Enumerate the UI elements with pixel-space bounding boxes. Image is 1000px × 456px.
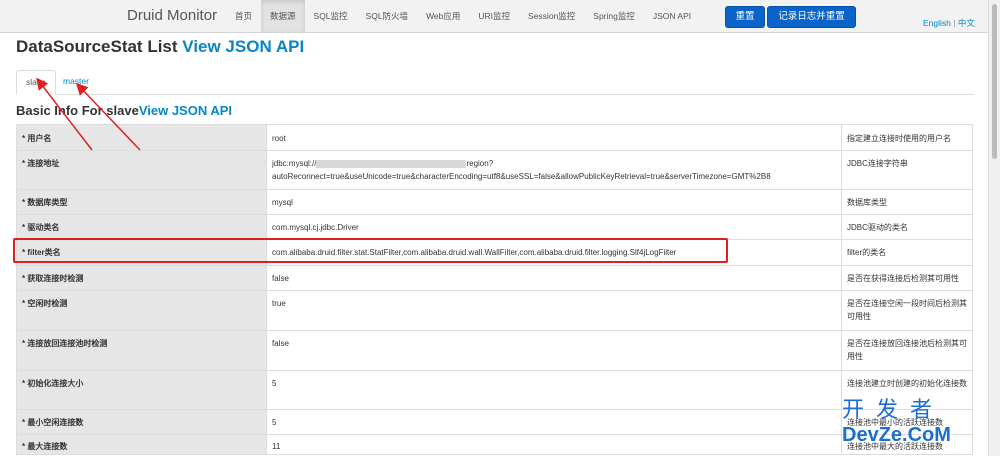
- row-value: com.mysql.cj.jdbc.Driver: [266, 214, 842, 240]
- table-row: * 初始化连接大小 5 连接池建立时创建的初始化连接数: [16, 370, 973, 410]
- row-value: true: [266, 290, 842, 331]
- row-key: * 驱动类名: [16, 214, 267, 240]
- nav-item-web[interactable]: Web应用: [417, 0, 469, 32]
- row-desc: filter的类名: [841, 239, 973, 266]
- nav-item-sql[interactable]: SQL监控: [305, 0, 357, 32]
- vertical-scrollbar[interactable]: [988, 0, 1000, 456]
- table-row: * 驱动类名 com.mysql.cj.jdbc.Driver JDBC驱动的类…: [16, 214, 973, 240]
- row-value: mysql: [266, 189, 842, 215]
- watermark: 开发者 DevZe.CoM: [842, 392, 992, 447]
- row-desc: 指定建立连接时使用的用户名: [841, 124, 973, 151]
- row-key: * 最小空闲连接数: [16, 409, 267, 435]
- highlight-box: [13, 238, 728, 263]
- table-row: * 空闲时检测 true 是否在连接空闲一段时间后检测其可用性: [16, 290, 973, 331]
- row-value: 5: [266, 409, 842, 435]
- jdbc-url-params: autoReconnect=true&useUnicode=true&chara…: [272, 172, 771, 181]
- log-reset-button[interactable]: 记录日志并重置: [767, 6, 856, 28]
- nav-item-json-api[interactable]: JSON API: [644, 0, 700, 32]
- watermark-top: 开发者: [842, 397, 945, 422]
- table-row: * 连接放回连接池时检测 false 是否在连接放回连接池后检测其可用性: [16, 330, 973, 371]
- arrow-to-master: [75, 82, 141, 151]
- nav-item-firewall[interactable]: SQL防火墙: [357, 0, 418, 32]
- row-desc: 是否在连接空闲一段时间后检测其可用性: [841, 290, 973, 331]
- table-row: * 数据库类型 mysql 数据库类型: [16, 189, 973, 215]
- annotation-arrows: [36, 77, 141, 151]
- row-key: * 最大连接数: [16, 434, 267, 455]
- nav-item-uri[interactable]: URI监控: [469, 0, 519, 32]
- row-key: * 连接放回连接池时检测: [16, 330, 267, 371]
- row-value: root: [266, 124, 842, 151]
- row-key: * 空闲时检测: [16, 290, 267, 331]
- reset-button[interactable]: 重置: [725, 6, 765, 28]
- lang-separator: |: [953, 18, 956, 28]
- row-desc: JDBC驱动的类名: [841, 214, 973, 240]
- lang-english-link[interactable]: English: [923, 18, 951, 28]
- row-desc: 是否在获得连接后检测其可用性: [841, 265, 973, 291]
- language-switcher: English | 中文: [923, 17, 975, 29]
- redacted-host: [316, 159, 467, 168]
- scrollbar-thumb[interactable]: [992, 4, 997, 159]
- row-key: * 初始化连接大小: [16, 370, 267, 410]
- table-row: * 最大连接数 11 连接池中最大的活跃连接数: [16, 434, 973, 455]
- row-value: 5: [266, 370, 842, 410]
- nav-item-spring[interactable]: Spring监控: [584, 0, 644, 32]
- row-value: false: [266, 265, 842, 291]
- jdbc-url-db: region?: [466, 159, 494, 168]
- nav-item-session[interactable]: Session监控: [519, 0, 584, 32]
- table-row: * 最小空闲连接数 5 连接池中最小的活跃连接数: [16, 409, 973, 435]
- row-key: * 获取连接时检测: [16, 265, 267, 291]
- row-desc: 是否在连接放回连接池后检测其可用性: [841, 330, 973, 371]
- watermark-bottom: DevZe.CoM: [842, 424, 951, 446]
- row-key: * 数据库类型: [16, 189, 267, 215]
- table-row: * 获取连接时检测 false 是否在获得连接后检测其可用性: [16, 265, 973, 291]
- lang-chinese-link[interactable]: 中文: [958, 18, 975, 28]
- row-desc: JDBC连接字符串: [841, 150, 973, 190]
- row-value: 11: [266, 434, 842, 455]
- row-desc: 数据库类型: [841, 189, 973, 215]
- row-value: jdbc:mysql://region? autoReconnect=true&…: [266, 150, 842, 190]
- basic-info-table: * 用户名 root 指定建立连接时使用的用户名 * 连接地址 jdbc:mys…: [16, 124, 973, 455]
- row-value: false: [266, 330, 842, 371]
